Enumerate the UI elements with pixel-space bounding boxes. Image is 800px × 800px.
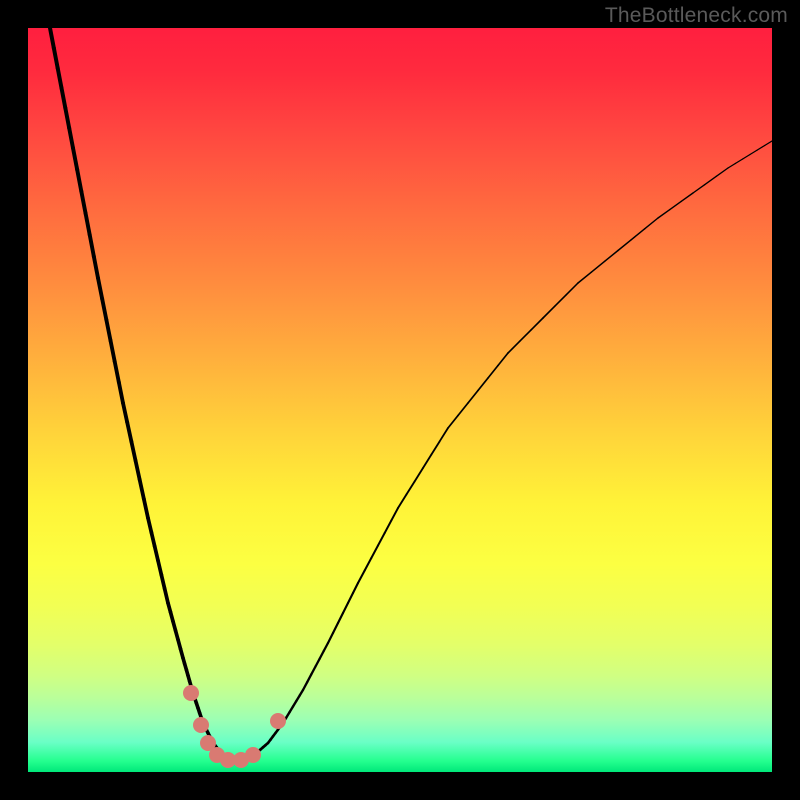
left-mid-dot-1 [193, 717, 209, 733]
left-upper-dot [183, 685, 199, 701]
curve-layer [28, 28, 772, 772]
curve-markers [183, 685, 286, 768]
chart-frame: TheBottleneck.com [0, 0, 800, 800]
bottleneck-curve [50, 28, 772, 761]
right-up-dot [270, 713, 286, 729]
right-low-dot [245, 747, 261, 763]
watermark-text: TheBottleneck.com [605, 4, 788, 28]
plot-area [28, 28, 772, 772]
